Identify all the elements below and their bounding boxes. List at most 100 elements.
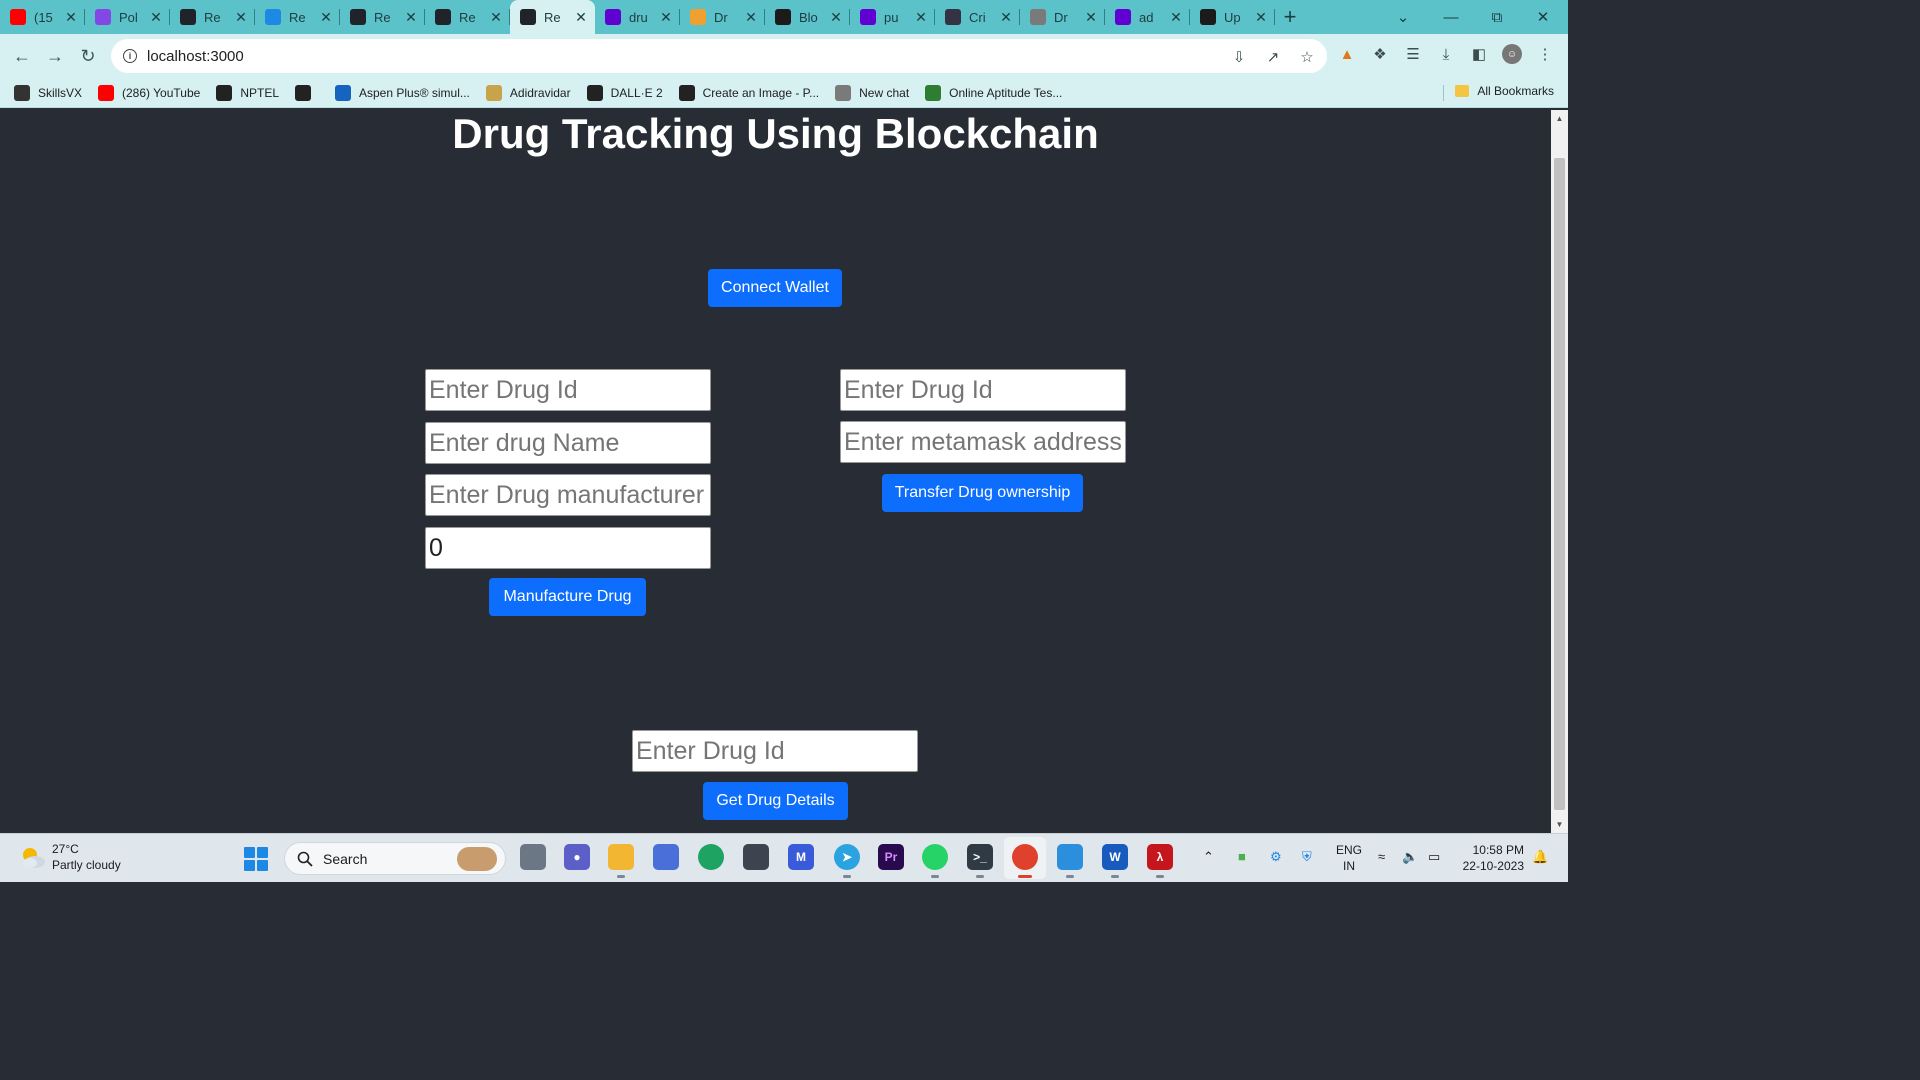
close-tab-icon[interactable]: ✕	[403, 9, 419, 26]
manufacture-drug-id-input[interactable]	[425, 369, 711, 411]
page-scrollbar[interactable]: ▲ ▼	[1551, 110, 1568, 833]
language-indicator[interactable]: ENG IN	[1336, 842, 1362, 874]
nvidia-icon[interactable]: ■	[1238, 849, 1246, 864]
scroll-down-arrow-icon[interactable]: ▼	[1551, 816, 1568, 833]
close-tab-icon[interactable]: ✕	[233, 9, 249, 26]
extensions-icon[interactable]: ❖	[1370, 44, 1390, 64]
close-tab-icon[interactable]: ✕	[1083, 9, 1099, 26]
browser-tab[interactable]: ad ✕	[1105, 0, 1190, 34]
get-drug-details-button[interactable]: Get Drug Details	[703, 782, 848, 820]
clock[interactable]: 10:58 PM 22-10-2023	[1458, 842, 1524, 874]
bookmark-item[interactable]: Online Aptitude Tes...	[925, 84, 1062, 101]
microsoft-store-icon[interactable]	[653, 844, 679, 870]
browser-tab[interactable]: Re ✕	[255, 0, 340, 34]
word-icon[interactable]: W	[1102, 844, 1128, 878]
profile-avatar[interactable]: ☺	[1502, 44, 1522, 64]
close-tab-icon[interactable]: ✕	[743, 9, 759, 26]
close-tab-icon[interactable]: ✕	[1168, 9, 1184, 26]
connect-wallet-button[interactable]: Connect Wallet	[708, 269, 842, 307]
drug-name-input[interactable]	[425, 422, 711, 464]
forward-button[interactable]: →	[41, 42, 69, 70]
file-explorer-icon[interactable]	[608, 844, 634, 878]
wifi-icon[interactable]: ≈	[1378, 849, 1385, 864]
bookmark-item[interactable]	[295, 84, 319, 101]
browser-tab[interactable]: Re ✕	[340, 0, 425, 34]
browser-tab[interactable]: Re ✕	[425, 0, 510, 34]
scroll-thumb[interactable]	[1554, 158, 1565, 810]
photos-icon[interactable]	[1057, 844, 1083, 878]
side-panel-icon[interactable]: ◧	[1469, 44, 1489, 64]
install-app-icon[interactable]: ⇩	[1229, 47, 1249, 67]
weather-widget[interactable]: 27°C Partly cloudy	[18, 841, 121, 873]
tab-search-icon[interactable]: ⌄	[1380, 0, 1426, 34]
close-tab-icon[interactable]: ✕	[1253, 9, 1269, 26]
close-tab-icon[interactable]: ✕	[148, 9, 164, 26]
minimize-button[interactable]: —	[1428, 0, 1474, 34]
browser-tab[interactable]: dru ✕	[595, 0, 680, 34]
browser-tab[interactable]: pu ✕	[850, 0, 935, 34]
bookmark-item[interactable]: Aspen Plus® simul...	[335, 84, 470, 101]
premiere-pro-icon[interactable]: Pr	[878, 844, 904, 870]
teams-chat-icon[interactable]: ●	[564, 844, 590, 870]
terminal-icon[interactable]: >_	[967, 844, 993, 878]
back-button[interactable]: ←	[8, 42, 36, 70]
metamask-icon[interactable]: ▲	[1337, 44, 1357, 64]
start-button[interactable]	[244, 847, 268, 871]
new-tab-button[interactable]: +	[1275, 0, 1305, 34]
browser-tab[interactable]: (15 ✕	[0, 0, 85, 34]
all-bookmarks-button[interactable]: All Bookmarks	[1455, 84, 1554, 98]
browser-tab[interactable]: Cri ✕	[935, 0, 1020, 34]
close-tab-icon[interactable]: ✕	[828, 9, 844, 26]
show-hidden-icons-icon[interactable]: ⌃	[1203, 849, 1214, 865]
telegram-icon[interactable]: ➤	[834, 844, 860, 878]
browser-tab[interactable]: Dr ✕	[1020, 0, 1105, 34]
acrobat-icon[interactable]: λ	[1147, 844, 1173, 878]
browser-tab[interactable]: Pol ✕	[85, 0, 170, 34]
drug-manufacturer-input[interactable]	[425, 474, 711, 516]
bookmark-item[interactable]: NPTEL	[216, 84, 279, 101]
bookmark-item[interactable]: Create an Image - P...	[678, 84, 819, 101]
scroll-up-arrow-icon[interactable]: ▲	[1551, 110, 1568, 127]
close-window-button[interactable]: ✕	[1520, 0, 1566, 34]
reading-list-icon[interactable]: ☰	[1403, 44, 1423, 64]
details-drug-id-input[interactable]	[632, 730, 918, 772]
close-tab-icon[interactable]: ✕	[998, 9, 1014, 26]
browser-tab[interactable]: Up ✕	[1190, 0, 1275, 34]
vmware-icon[interactable]: M	[788, 844, 814, 870]
close-tab-icon[interactable]: ✕	[488, 9, 504, 26]
browser-tab[interactable]: Re ✕	[510, 0, 595, 34]
bookmark-item[interactable]: SkillsVX	[14, 84, 82, 101]
downloads-icon[interactable]: ⤓	[1436, 44, 1456, 64]
metamask-address-input[interactable]	[840, 421, 1126, 463]
bookmark-item[interactable]: DALL·E 2	[586, 84, 663, 101]
browser-tab[interactable]: Blo ✕	[765, 0, 850, 34]
bookmark-item[interactable]: New chat	[835, 84, 909, 101]
bookmark-star-icon[interactable]: ☆	[1297, 47, 1317, 67]
transfer-drug-id-input[interactable]	[840, 369, 1126, 411]
bookmark-item[interactable]: Adidravidar	[485, 84, 571, 101]
battery-icon[interactable]: ▭	[1428, 849, 1440, 865]
restore-button[interactable]: ⧉	[1474, 0, 1520, 34]
drug-quantity-input[interactable]	[425, 527, 711, 569]
share-icon[interactable]: ↗	[1263, 47, 1283, 67]
browser-tab[interactable]: Re ✕	[170, 0, 255, 34]
whatsapp-icon[interactable]	[922, 844, 948, 878]
network-tool-icon[interactable]: ⚙	[1270, 849, 1282, 865]
chrome-icon[interactable]	[1012, 844, 1038, 878]
menu-icon[interactable]: ⋮	[1535, 44, 1555, 64]
defender-icon[interactable]: ⛨	[1302, 849, 1312, 865]
taskbar-search[interactable]: Search	[284, 842, 506, 875]
edge-icon[interactable]	[698, 844, 724, 870]
close-tab-icon[interactable]: ✕	[658, 9, 674, 26]
volume-icon[interactable]: 🔈	[1402, 849, 1418, 865]
site-info-icon[interactable]: i	[123, 49, 137, 63]
bookmark-item[interactable]: (286) YouTube	[98, 84, 200, 101]
task-view-icon[interactable]	[520, 844, 546, 870]
reload-button[interactable]: ↻	[74, 42, 102, 70]
close-tab-icon[interactable]: ✕	[63, 9, 79, 26]
manufacture-drug-button[interactable]: Manufacture Drug	[489, 578, 646, 616]
close-tab-icon[interactable]: ✕	[573, 9, 589, 26]
close-tab-icon[interactable]: ✕	[913, 9, 929, 26]
close-tab-icon[interactable]: ✕	[318, 9, 334, 26]
address-bar[interactable]: i localhost:3000 ⇩ ↗ ☆	[111, 39, 1327, 73]
